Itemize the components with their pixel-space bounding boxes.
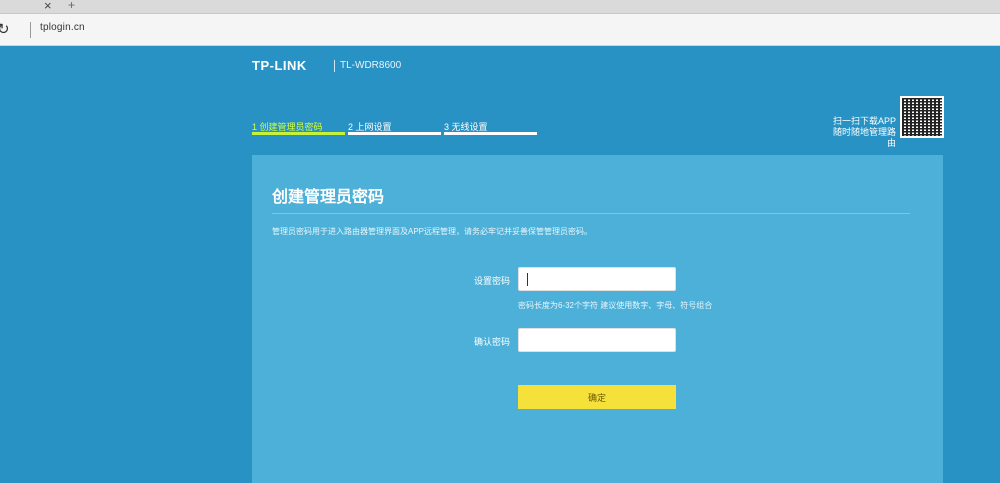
new-tab-icon[interactable]: +	[68, 0, 75, 12]
confirm-password-label: 确认密码	[473, 337, 510, 347]
title-divider	[272, 213, 910, 214]
tp-link-logo: TP-LINK	[252, 58, 307, 73]
address-bar: ↻ tplogin.cn	[0, 14, 1000, 46]
reload-icon[interactable]: ↻	[0, 20, 10, 38]
step-progress-bar	[444, 132, 537, 135]
url-field[interactable]: tplogin.cn	[40, 22, 85, 33]
step-network-settings: 2 上网设置	[348, 117, 441, 137]
text-caret	[527, 273, 528, 286]
password-input[interactable]	[518, 267, 676, 291]
password-hint: 密码长度为6-32个字符 建议使用数字、字母、符号组合	[518, 301, 713, 310]
step-label: 1 创建管理员密码	[252, 122, 323, 132]
close-tab-icon[interactable]: ×	[44, 0, 52, 13]
step-wireless-settings: 3 无线设置	[444, 117, 537, 137]
setup-card: 创建管理员密码 管理员密码用于进入路由器管理界面及APP远程管理，请务必牢记并妥…	[252, 155, 943, 483]
router-model: TL-WDR8600	[340, 60, 402, 71]
qr-caption: 扫一扫下载APP 随时随地管理路由	[832, 116, 896, 148]
logo-divider	[334, 60, 335, 72]
address-divider	[30, 22, 31, 38]
browser-tab-bar: × +	[0, 0, 1000, 14]
confirm-button[interactable]: 确定	[518, 385, 676, 409]
step-label: 3 无线设置	[444, 122, 488, 132]
confirm-password-input[interactable]	[518, 328, 676, 352]
step-progress-bar	[348, 132, 441, 135]
setup-steps: 1 创建管理员密码 2 上网设置 3 无线设置	[252, 117, 542, 137]
step-label: 2 上网设置	[348, 122, 392, 132]
step-create-password: 1 创建管理员密码	[252, 117, 345, 137]
qr-code-icon	[900, 96, 944, 138]
page-title: 创建管理员密码	[272, 189, 385, 206]
password-label: 设置密码	[473, 276, 510, 286]
step-progress-bar	[252, 132, 345, 135]
description-text: 管理员密码用于进入路由器管理界面及APP远程管理，请务必牢记并妥善保管管理员密码…	[272, 227, 593, 236]
